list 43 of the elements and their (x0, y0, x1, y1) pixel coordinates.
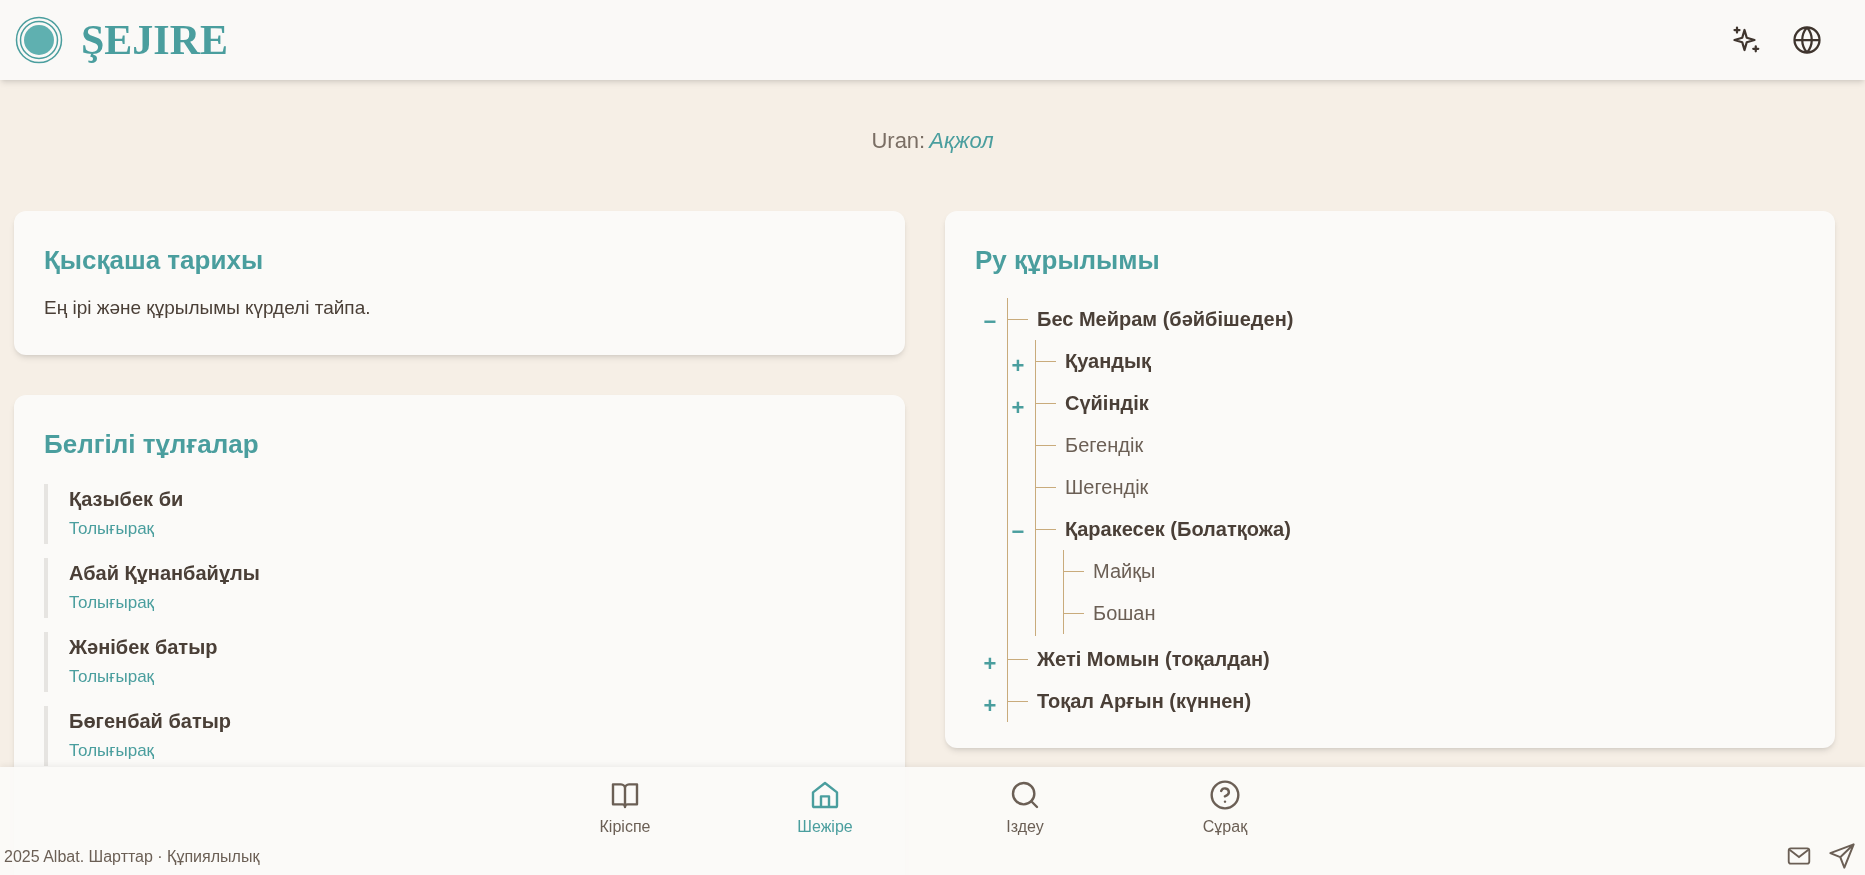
tree-node-label[interactable]: Тоқал Арғын (күннен) (1037, 686, 1252, 716)
tree-node-label[interactable]: Жеті Момын (тоқалдан) (1037, 644, 1270, 674)
collapse-toggle[interactable]: − (982, 310, 998, 334)
tree-node-label[interactable]: Сүйіндік (1065, 388, 1149, 418)
expand-toggle[interactable]: + (1010, 352, 1026, 376)
tree-node-label[interactable]: Қаракесек (Болатқожа) (1065, 514, 1291, 544)
nav-tab[interactable]: Сұрақ (1125, 779, 1325, 839)
card-heading: Белгілі тұлғалар (44, 427, 260, 461)
logo-text: ŞEJIRE (81, 15, 229, 65)
more-link[interactable]: Толығырақ (69, 587, 155, 618)
tree-node-label[interactable]: Майқы (1093, 556, 1156, 586)
person-name: Абай Құнанбайұлы (69, 560, 260, 586)
send-icon[interactable] (1828, 842, 1856, 870)
more-link[interactable]: Толығырақ (69, 735, 155, 766)
nav-tab[interactable]: Шежіре (725, 779, 925, 839)
tree-node-label[interactable]: Бегендік (1065, 430, 1144, 460)
more-link[interactable]: Толығырақ (69, 661, 155, 692)
card-heading: Қысқаша тарихы (44, 244, 265, 277)
tree-node-label[interactable]: Қуандық (1065, 346, 1152, 376)
tree-node-label[interactable]: Бес Мейрам (бәйбішеден) (1037, 304, 1294, 334)
uran-label: Uran: (871, 127, 926, 155)
search-icon (1009, 779, 1041, 811)
globe-icon[interactable] (1792, 25, 1822, 55)
nav-tab[interactable]: Іздеу (925, 779, 1125, 839)
card-heading: Ру құрылымы (975, 244, 1161, 277)
person-name: Жәнібек батыр (69, 634, 218, 660)
tree-node-label[interactable]: Бошан (1093, 598, 1156, 628)
history-text: Ең ірі және құрылымы күрделі тайпа. (44, 296, 372, 320)
logo-icon (15, 16, 63, 64)
home-icon (809, 779, 841, 811)
tree-node-label[interactable]: Шегендік (1065, 472, 1149, 502)
more-link[interactable]: Толығырақ (69, 513, 155, 544)
footer-text: 2025 Albat. Шарттар · Құпиялылық (4, 847, 260, 867)
expand-toggle[interactable]: + (982, 650, 998, 674)
person-name: Қазыбек би (69, 486, 184, 512)
sparkles-icon[interactable] (1732, 25, 1762, 55)
help-icon (1209, 779, 1241, 811)
person-name: Бөгенбай батыр (69, 708, 232, 734)
collapse-toggle[interactable]: − (1010, 520, 1026, 544)
expand-toggle[interactable]: + (982, 692, 998, 716)
uran-value: Ақжол (929, 127, 994, 155)
expand-toggle[interactable]: + (1010, 394, 1026, 418)
nav-tab[interactable]: Кіріспе (525, 779, 725, 839)
